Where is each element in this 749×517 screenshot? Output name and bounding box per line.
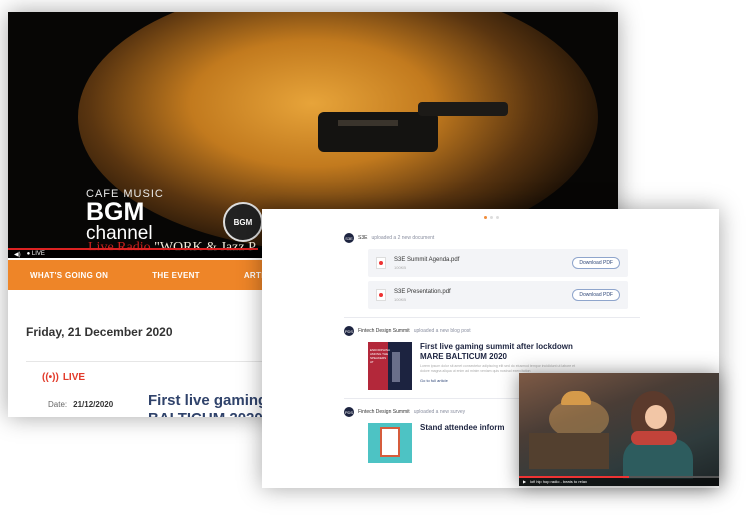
pdf-icon [376,289,386,301]
avatar: S3E [344,233,354,243]
post-action: uploaded a 2 new document [371,235,435,241]
video-controls: ▶ lofi hip hop radio - beats to relax [519,476,719,486]
player-progress-bar[interactable] [8,248,258,250]
document-size: 100KB [394,264,407,270]
post-title-line2: BALTICUM 2020 [148,410,263,417]
broadcast-icon: ((•)) [42,372,59,383]
screenshot-stage: CAFE MUSIC BGM channel BGM Live Radio "W… [0,0,749,517]
document-name: S3E Presentation.pdf [394,288,451,295]
download-pdf-button[interactable]: Download PDF [572,257,620,269]
thumb-tower [392,352,400,382]
document-name: S3E Summit Agenda.pdf [394,256,460,263]
avatar: PDS [344,407,354,417]
blog-thumbnail[interactable]: ENDORPHINA AMONG THE SPEAKERS AT [368,342,412,390]
logo-bgm: BGM [86,198,145,226]
blog-post-header: PDS Fintech Design Summit uploaded a new… [344,324,640,338]
live-badge-label: LIVE [62,372,86,383]
nav-the-event[interactable]: THE EVENT [152,271,200,280]
thumb-text: ENDORPHINA AMONG THE SPEAKERS AT [370,348,390,364]
character-face [645,405,667,429]
post-date-label: Date: [48,400,68,409]
tonearm-image [318,102,508,152]
video-channel-text: lofi hip hop radio - beats to relax [530,478,587,484]
video-progress-fill [519,476,629,478]
document-item: S3E Summit Agenda.pdf 100KB Download PDF [368,249,628,277]
survey-thumbnail[interactable] [368,423,412,463]
live-indicator: ● LIVE [26,251,45,257]
divider [344,317,640,318]
document-size: 100KB [394,296,407,302]
post-date: Date: 21/12/2020 [48,400,113,409]
character-scarf [631,431,677,445]
post-author[interactable]: S3E [358,235,367,241]
post-author[interactable]: Fintech Design Summit [358,328,410,334]
carousel-dot[interactable] [490,216,493,219]
survey-title[interactable]: Stand attendee inform [420,423,504,463]
post-date-value: 21/12/2020 [73,400,114,409]
clipboard-icon [380,427,400,457]
carousel-dot[interactable] [496,216,499,219]
video-progress-bar[interactable] [519,476,719,478]
blog-title[interactable]: First live gaming summit after lockdown [420,342,580,352]
desk-image [529,433,609,469]
live-post-card[interactable]: ((•)) LIVE Date: 21/12/2020 First live ga… [26,361,276,417]
channel-logo: CAFE MUSIC BGM channel BGM [86,188,263,243]
carousel-dot[interactable] [484,216,487,219]
blog-title-line2[interactable]: MARE BALTICUM 2020 [420,352,580,362]
avatar: PDS [344,326,354,336]
post-action: uploaded a new blog post [413,328,471,334]
lofi-video-player[interactable]: ▶ lofi hip hop radio - beats to relax [519,373,719,486]
post-action: uploaded a new survey [413,409,466,415]
play-icon[interactable]: ▶ [523,479,526,484]
bgm-badge-icon: BGM [223,202,263,242]
lamp-image [561,391,591,405]
carousel-dots[interactable] [484,216,499,219]
date-heading: Friday, 21 December 2020 [26,325,173,339]
pdf-icon [376,257,386,269]
live-badge: ((•)) LIVE [42,372,85,383]
character-body [623,439,693,479]
download-pdf-button[interactable]: Download PDF [572,289,620,301]
post-title[interactable]: First live gaming [148,392,267,409]
nav-whats-going-on[interactable]: WHAT'S GOING ON [30,271,108,280]
post-author[interactable]: Fintech Design Summit [358,409,410,415]
document-item: S3E Presentation.pdf 100KB Download PDF [368,281,628,309]
volume-icon[interactable]: ◀) [14,251,21,258]
documents-post-header: S3E S3E uploaded a 2 new document [344,231,640,245]
